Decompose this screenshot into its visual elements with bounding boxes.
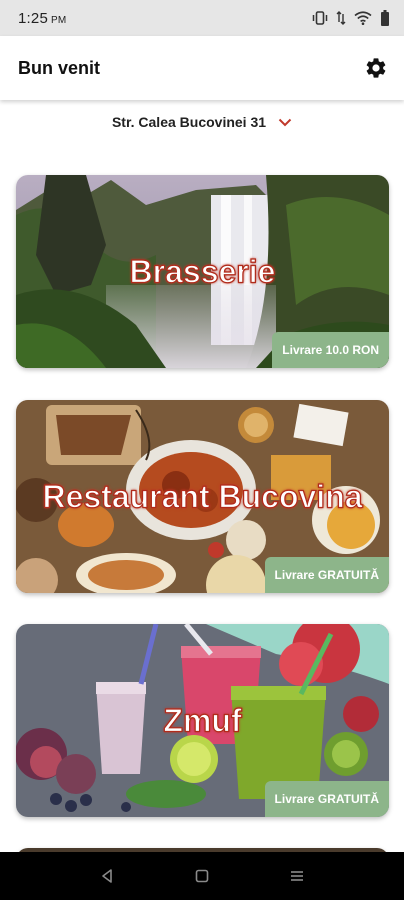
status-time-ampm: PM — [51, 14, 67, 26]
status-bar: 1:25 PM — [0, 0, 404, 36]
screen: 1:25 PM Bun venit Str. Calea Bucovinei 3… — [0, 0, 404, 900]
status-time: 1:25 PM — [18, 10, 66, 27]
back-icon — [102, 869, 113, 883]
restaurant-name: Zmuf — [163, 701, 242, 738]
delivery-badge: Livrare GRATUITĂ — [264, 557, 389, 593]
battery-icon — [380, 10, 390, 26]
wifi-icon — [354, 11, 372, 25]
chevron-down-icon — [278, 118, 292, 126]
restaurant-name: Restaurant Bucovina — [42, 477, 363, 514]
restaurant-card[interactable]: Brasserie Livrare 10.0 RON — [16, 175, 389, 368]
address-selector[interactable]: Str. Calea Bucovinei 31 — [0, 108, 404, 136]
back-button[interactable] — [93, 862, 121, 890]
restaurant-card[interactable]: Restaurant Bucovina Livrare GRATUITĂ — [16, 400, 389, 593]
recents-icon — [290, 871, 303, 881]
app-bar: Bun venit — [0, 36, 404, 100]
restaurant-name: Brasserie — [129, 252, 276, 289]
vibrate-icon — [312, 11, 328, 25]
data-arrows-icon — [336, 11, 346, 25]
delivery-badge: Livrare GRATUITĂ — [264, 781, 389, 817]
status-icons — [312, 10, 390, 26]
home-icon — [195, 869, 209, 883]
system-nav-bar — [0, 852, 404, 900]
page-title: Bun venit — [18, 57, 101, 78]
restaurant-card[interactable]: Zmuf Livrare GRATUITĂ — [16, 624, 389, 817]
home-button[interactable] — [188, 862, 216, 890]
delivery-badge: Livrare 10.0 RON — [272, 332, 389, 368]
recents-button[interactable] — [283, 862, 311, 890]
status-time-value: 1:25 — [18, 9, 48, 27]
gear-icon — [366, 58, 386, 78]
address-label: Str. Calea Bucovinei 31 — [111, 114, 267, 130]
settings-button[interactable] — [362, 54, 390, 82]
